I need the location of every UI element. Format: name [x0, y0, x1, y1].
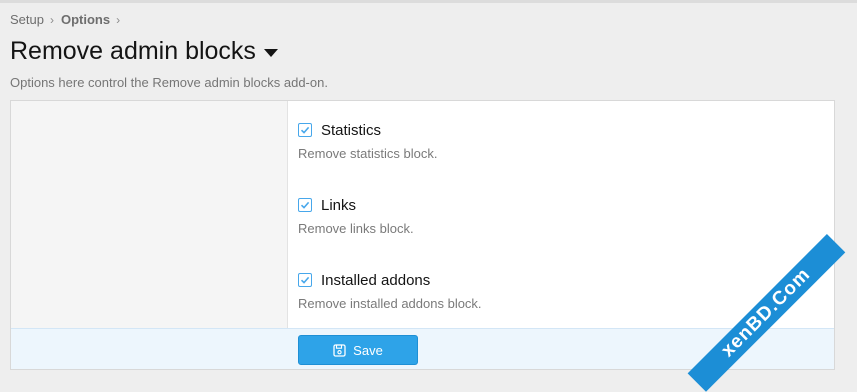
save-button-label: Save — [353, 342, 383, 358]
option-installed-addons: Installed addons Remove installed addons… — [298, 270, 482, 311]
checkbox-checked-icon[interactable] — [298, 123, 312, 137]
options-label-column — [11, 101, 288, 328]
breadcrumb: Setup › Options › — [10, 12, 127, 27]
checkbox-checked-icon[interactable] — [298, 198, 312, 212]
checkbox-checked-icon[interactable] — [298, 273, 312, 287]
option-label[interactable]: Statistics — [321, 122, 381, 139]
breadcrumb-item-options[interactable]: Options — [61, 12, 110, 27]
option-row[interactable]: Statistics — [298, 120, 437, 140]
option-statistics: Statistics Remove statistics block. — [298, 120, 437, 161]
option-hint: Remove installed addons block. — [298, 296, 482, 311]
breadcrumb-separator: › — [116, 12, 121, 27]
option-hint: Remove links block. — [298, 221, 414, 236]
page-title[interactable]: Remove admin blocks — [10, 37, 278, 66]
page-title-text: Remove admin blocks — [10, 37, 256, 65]
option-hint: Remove statistics block. — [298, 146, 438, 161]
option-label[interactable]: Links — [321, 197, 356, 214]
breadcrumb-separator: › — [49, 12, 54, 27]
page-description: Options here control the Remove admin bl… — [10, 75, 328, 90]
caret-down-icon[interactable] — [263, 48, 278, 57]
save-button[interactable]: Save — [298, 335, 418, 365]
option-links: Links Remove links block. — [298, 195, 414, 236]
floppy-disk-icon — [333, 343, 346, 357]
breadcrumb-item-setup[interactable]: Setup — [10, 12, 44, 27]
option-row[interactable]: Links — [298, 195, 414, 215]
option-label[interactable]: Installed addons — [321, 272, 430, 289]
top-border — [0, 0, 857, 3]
option-row[interactable]: Installed addons — [298, 270, 482, 290]
options-panel: Statistics Remove statistics block. Link… — [10, 100, 835, 370]
